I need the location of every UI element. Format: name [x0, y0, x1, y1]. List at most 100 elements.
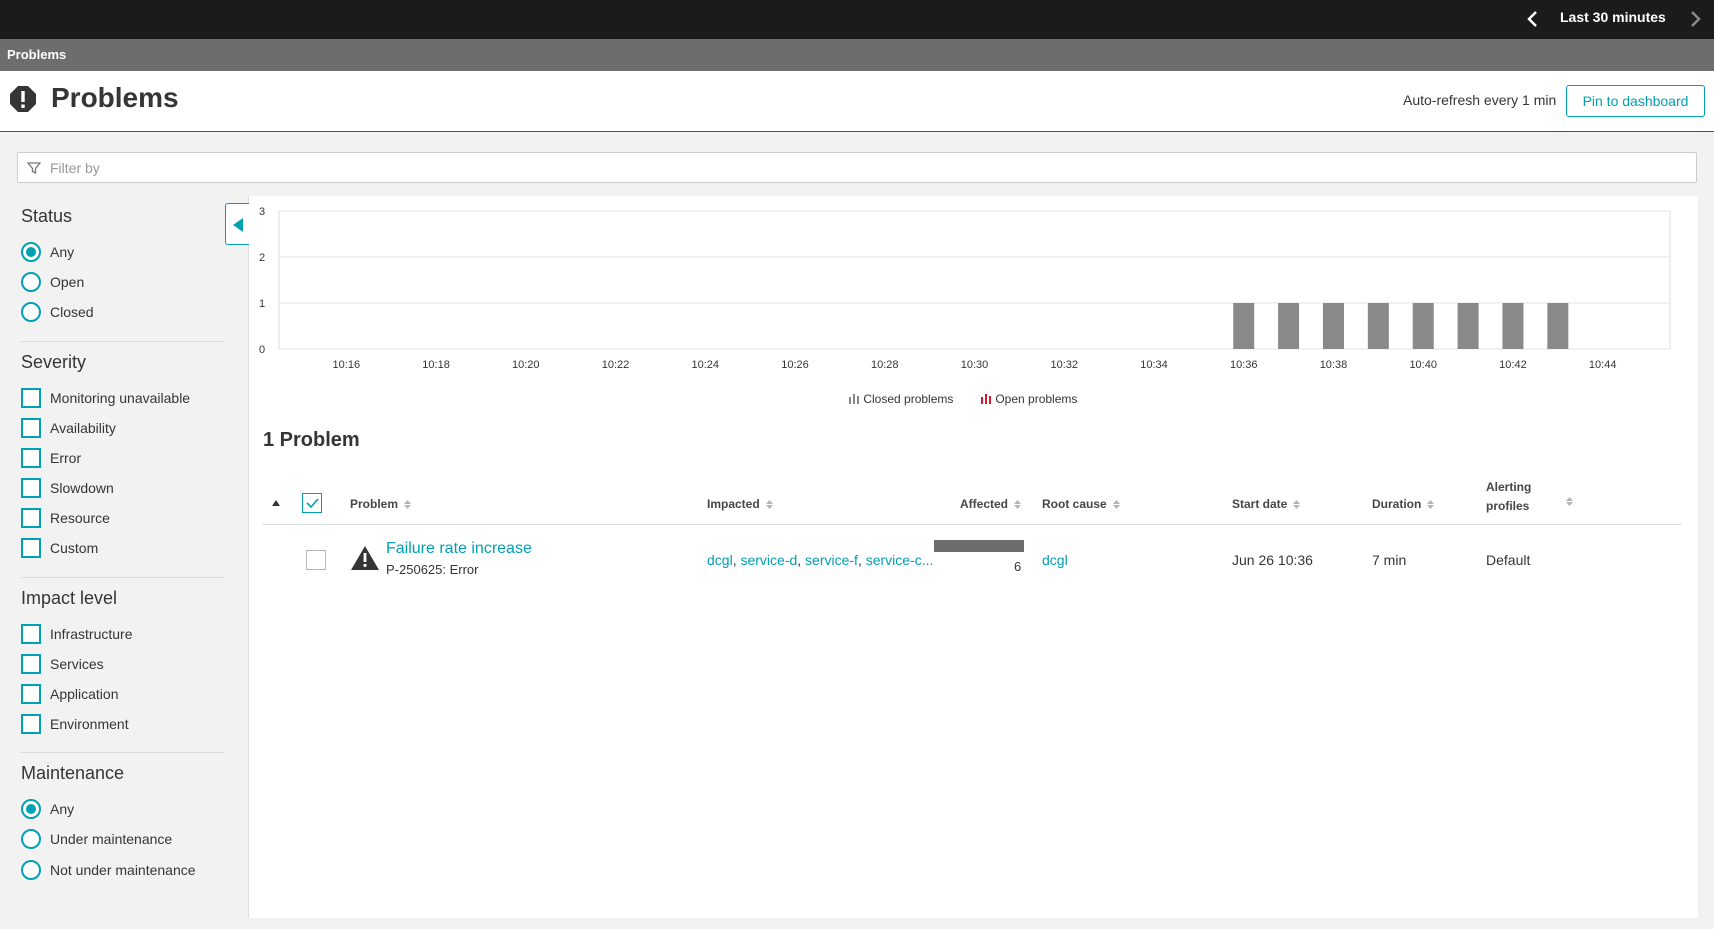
collapse-sidebar-button[interactable]	[225, 203, 249, 245]
radio-selected[interactable]	[21, 799, 41, 819]
root-cause-link[interactable]: dcgl	[1042, 552, 1068, 568]
checkbox[interactable]	[21, 714, 41, 734]
legend-item-open[interactable]: Open problems	[980, 392, 1077, 406]
impact-group-title: Impact level	[21, 588, 118, 608]
radio[interactable]	[21, 860, 41, 880]
start-date: Jun 26 10:36	[1232, 552, 1313, 568]
problem-id: P-250625: Error	[386, 562, 479, 577]
filter-bar	[17, 152, 1697, 183]
x-tick-label: 10:34	[1140, 359, 1168, 371]
timeframe-label[interactable]: Last 30 minutes	[1560, 9, 1666, 25]
panel-border	[248, 196, 249, 918]
x-tick-label: 10:36	[1230, 359, 1258, 371]
x-tick-label: 10:38	[1320, 359, 1348, 371]
impacted-link[interactable]: service-c...	[866, 552, 934, 568]
chart-bar	[1322, 303, 1344, 349]
breadcrumb-item-problems[interactable]: Problems	[7, 47, 66, 62]
problems-chart: 0 1 2 3 10:16 10:18 10:20 10:22 10:24 10:26 10:28 1…	[248, 196, 1698, 421]
x-tick-label: 10:20	[512, 359, 540, 371]
column-header-impacted[interactable]: Impacted	[707, 497, 773, 511]
radio[interactable]	[21, 829, 41, 849]
problem-count-title: 1 Problem	[263, 429, 360, 451]
column-header-start-date[interactable]: Start date	[1232, 497, 1301, 511]
chart-bar	[1278, 303, 1300, 349]
maintenance-group-title: Maintenance	[21, 763, 125, 783]
x-tick-label: 10:26	[781, 359, 809, 371]
sort-icon	[1112, 500, 1120, 510]
problem-alert-icon	[10, 86, 36, 112]
sort-up-icon[interactable]	[272, 500, 280, 506]
page-header: Problems Auto-refresh every 1 min Pin to…	[0, 71, 1714, 132]
alerting-profile: Default	[1486, 552, 1531, 568]
x-tick-label: 10:22	[602, 359, 630, 371]
status-group-title: Status	[21, 206, 73, 226]
checkbox[interactable]	[21, 684, 41, 704]
x-tick-label: 10:16	[333, 359, 361, 371]
breadcrumb: Problems	[0, 39, 1714, 71]
x-tick-label: 10:24	[692, 359, 720, 371]
affected-count: 6	[1014, 559, 1022, 574]
page-title: Problems	[51, 82, 179, 113]
x-tick-label: 10:44	[1589, 359, 1617, 371]
problem-title-link[interactable]: Failure rate increase	[386, 540, 532, 558]
chart-bar	[1412, 303, 1434, 349]
sort-icon[interactable]	[1566, 497, 1573, 506]
severity-group-title: Severity	[21, 352, 87, 372]
chart-bar	[1457, 303, 1479, 349]
radio-selected[interactable]	[21, 242, 41, 262]
main-panel: 0 1 2 3 10:16 10:18 10:20 10:22 10:24 10:26 10:28 1…	[248, 196, 1698, 918]
closed-problems-legend-icon	[849, 394, 859, 404]
divider	[21, 752, 224, 753]
chart-bar	[1367, 303, 1389, 349]
affected-bar	[934, 540, 1024, 552]
radio[interactable]	[21, 302, 41, 322]
sort-icon	[404, 500, 412, 510]
checkbox[interactable]	[21, 448, 41, 468]
filter-input[interactable]	[50, 157, 1650, 179]
column-header-problem[interactable]: Problem	[350, 497, 412, 511]
checkbox[interactable]	[21, 388, 41, 408]
radio[interactable]	[21, 272, 41, 292]
y-tick-label: 0	[259, 344, 265, 356]
checkbox[interactable]	[21, 538, 41, 558]
table-row[interactable]: Failure rate increase P-250625: Error dc…	[262, 527, 1682, 587]
checkmark-icon	[306, 498, 319, 509]
impacted-entities: dcgl, service-d, service-f, service-c...	[707, 552, 934, 568]
top-bar: Last 30 minutes	[0, 0, 1714, 39]
select-all-checkbox[interactable]	[302, 493, 322, 513]
filter-sidebar: Status Any Open Closed Severity Monitori…	[0, 196, 230, 926]
impacted-link[interactable]: service-d	[740, 552, 797, 568]
y-tick-label: 1	[259, 298, 265, 310]
divider	[21, 577, 224, 578]
sort-icon	[1014, 500, 1022, 510]
impacted-link[interactable]: service-f	[805, 552, 858, 568]
duration: 7 min	[1372, 552, 1407, 568]
sort-icon	[1427, 500, 1435, 510]
impacted-link[interactable]: dcgl	[707, 552, 733, 568]
warning-triangle-icon	[351, 546, 379, 570]
legend-item-closed[interactable]: Closed problems	[848, 392, 953, 406]
y-tick-label: 2	[259, 252, 265, 264]
chart-bar	[1233, 303, 1255, 349]
x-tick-label: 10:30	[961, 359, 989, 371]
x-tick-label: 10:32	[1050, 359, 1078, 371]
column-header-affected[interactable]: Affected	[960, 497, 1022, 511]
column-header-root-cause[interactable]: Root cause	[1042, 497, 1120, 511]
sort-icon	[765, 500, 773, 510]
problems-chart-svg: 0 1 2 3 10:16 10:18 10:20 10:22 10:24 10:26 10:28 1…	[259, 206, 1671, 371]
pin-to-dashboard-button[interactable]: Pin to dashboard	[1566, 85, 1705, 117]
x-tick-label: 10:18	[422, 359, 450, 371]
table-header: Problem Impacted Affected Root cause Sta…	[262, 476, 1682, 525]
checkbox[interactable]	[21, 508, 41, 528]
checkbox[interactable]	[21, 418, 41, 438]
chevron-right-icon[interactable]	[1682, 6, 1708, 32]
row-checkbox[interactable]	[306, 550, 326, 570]
checkbox[interactable]	[21, 654, 41, 674]
chart-bar	[1502, 303, 1524, 349]
checkbox[interactable]	[21, 478, 41, 498]
checkbox[interactable]	[21, 624, 41, 644]
column-header-alerting-profiles[interactable]: Alerting profiles	[1486, 478, 1531, 516]
column-header-duration[interactable]: Duration	[1372, 497, 1435, 511]
chevron-left-icon[interactable]	[1520, 6, 1546, 32]
triangle-left-icon	[233, 218, 243, 232]
